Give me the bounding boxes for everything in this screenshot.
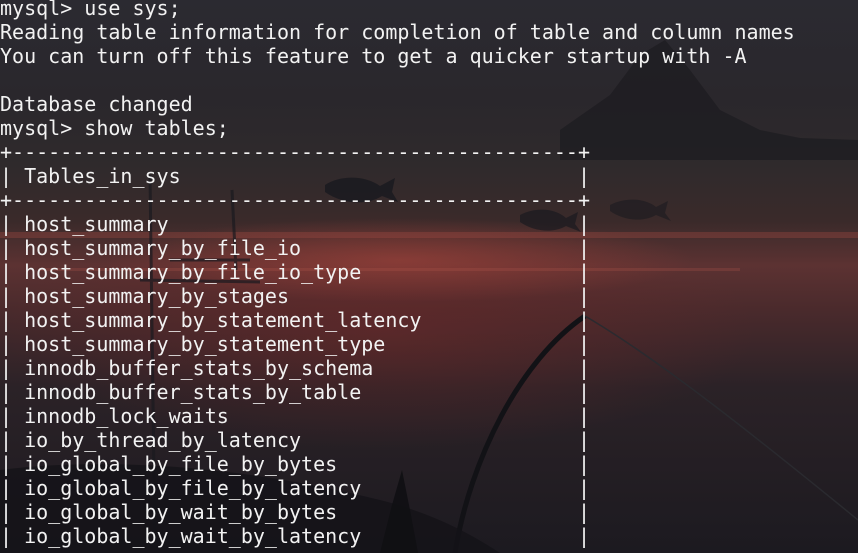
table-row: | io_global_by_file_by_bytes | [0, 452, 591, 476]
table-row: | io_global_by_file_by_latency | [0, 476, 591, 500]
terminal-line-database-changed: Database changed [0, 92, 193, 116]
terminal-window[interactable]: mysql> use sys; Reading table informatio… [0, 0, 858, 553]
table-row: | innodb_buffer_stats_by_table | [0, 380, 591, 404]
terminal-output[interactable]: mysql> use sys; Reading table informatio… [0, 0, 795, 548]
table-row: | host_summary | [0, 212, 591, 236]
table-row: | io_global_by_wait_by_latency | [0, 524, 591, 548]
table-border-header: +---------------------------------------… [0, 188, 591, 212]
terminal-line-info-reading: Reading table information for completion… [0, 20, 795, 44]
terminal-line-prompt-show-tables: mysql> show tables; [0, 116, 229, 140]
table-row: | host_summary_by_statement_type | [0, 332, 591, 356]
table-row: | host_summary_by_stages | [0, 284, 591, 308]
table-row: | innodb_lock_waits | [0, 404, 591, 428]
terminal-line-prompt-use-sys: mysql> use sys; [0, 0, 181, 20]
table-border-top: +---------------------------------------… [0, 140, 591, 164]
table-row: | io_by_thread_by_latency | [0, 428, 591, 452]
table-row: | innodb_buffer_stats_by_schema | [0, 356, 591, 380]
table-header: | Tables_in_sys | [0, 164, 591, 188]
table-row: | host_summary_by_file_io_type | [0, 260, 591, 284]
table-row: | host_summary_by_file_io | [0, 236, 591, 260]
terminal-line-info-startup: You can turn off this feature to get a q… [0, 44, 747, 68]
table-row: | io_global_by_wait_by_bytes | [0, 500, 591, 524]
table-row: | host_summary_by_statement_latency | [0, 308, 591, 332]
